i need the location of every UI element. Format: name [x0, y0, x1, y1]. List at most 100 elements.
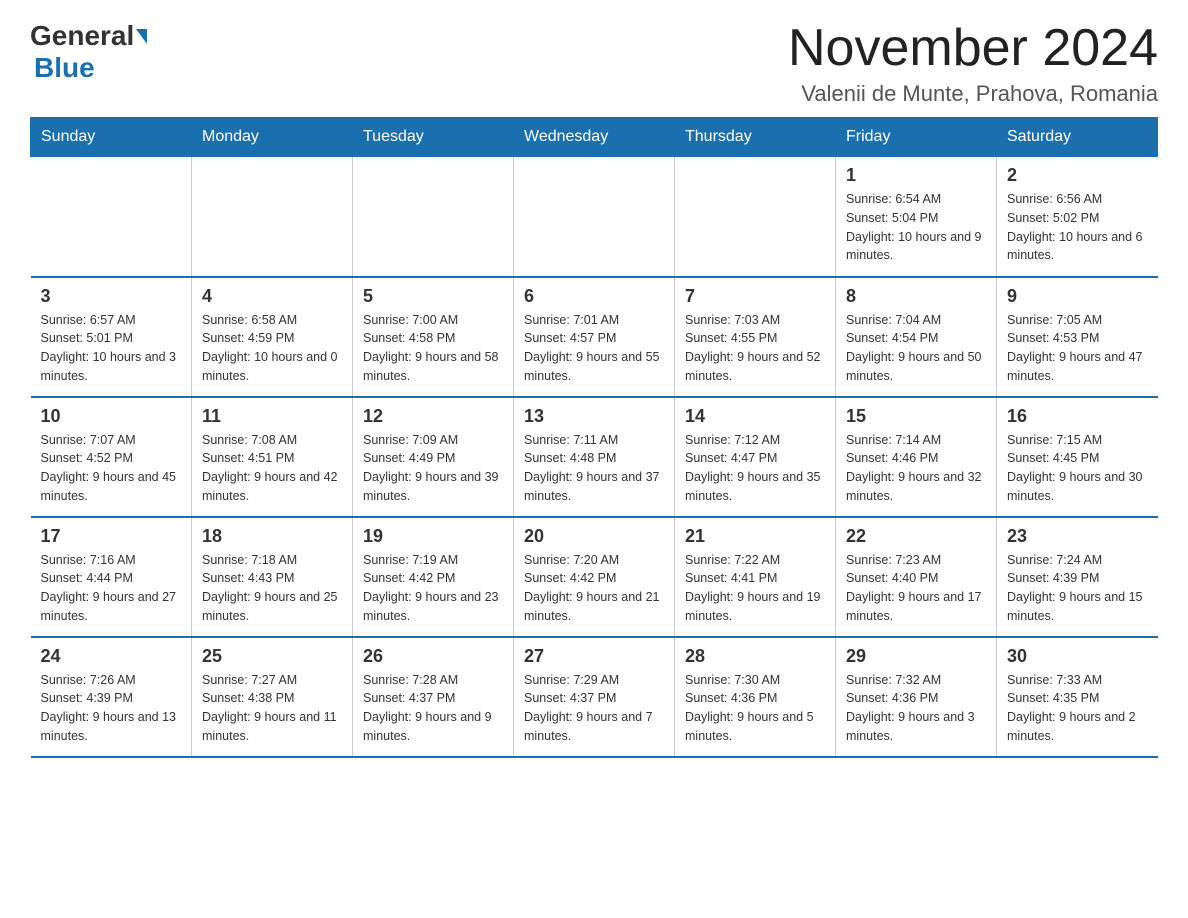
calendar-day-cell: 6Sunrise: 7:01 AMSunset: 4:57 PMDaylight…: [514, 277, 675, 397]
day-number: 16: [1007, 406, 1148, 427]
day-info: Sunrise: 7:09 AMSunset: 4:49 PMDaylight:…: [363, 431, 503, 506]
calendar-day-cell: 12 Sunrise: 7:09 AMSunset: 4:49 PMDayligh…: [353, 397, 514, 517]
calendar-day-cell: 13Sunrise: 7:11 AMSunset: 4:48 PMDayligh…: [514, 397, 675, 517]
calendar-day-cell: 24 Sunrise: 7:26 AMSunset: 4:39 PMDayligh…: [31, 637, 192, 757]
day-number: 20: [524, 526, 664, 547]
calendar-day-cell: [675, 157, 836, 277]
day-number: 10: [41, 406, 182, 427]
day-info: Sunrise: 7:32 AMSunset: 4:36 PMDaylight:…: [846, 671, 986, 746]
day-info: Sunrise: 7:33 AMSunset: 4:35 PMDaylight:…: [1007, 671, 1148, 746]
calendar-header-saturday: Saturday: [997, 118, 1158, 157]
day-number: 5: [363, 286, 503, 307]
calendar-header-wednesday: Wednesday: [514, 118, 675, 157]
day-info: Sunrise: 7:22 AMSunset: 4:41 PMDaylight:…: [685, 551, 825, 626]
day-info: Sunrise: 7:01 AMSunset: 4:57 PMDaylight:…: [524, 311, 664, 386]
day-number: 3: [41, 286, 182, 307]
day-number: 13: [524, 406, 664, 427]
day-info: Sunrise: 7:29 AMSunset: 4:37 PMDaylight:…: [524, 671, 664, 746]
day-info: Sunrise: 7:16 AMSunset: 4:44 PMDaylight:…: [41, 551, 182, 626]
day-info: Sunrise: 7:03 AMSunset: 4:55 PMDaylight:…: [685, 311, 825, 386]
month-title: November 2024: [788, 20, 1158, 77]
calendar-day-cell: 10Sunrise: 7:07 AMSunset: 4:52 PMDayligh…: [31, 397, 192, 517]
calendar-day-cell: 18Sunrise: 7:18 AMSunset: 4:43 PMDayligh…: [192, 517, 353, 637]
calendar-day-cell: 8 Sunrise: 7:04 AMSunset: 4:54 PMDaylight…: [836, 277, 997, 397]
day-number: 2: [1007, 165, 1148, 186]
day-info: Sunrise: 7:08 AMSunset: 4:51 PMDaylight:…: [202, 431, 342, 506]
day-number: 15: [846, 406, 986, 427]
calendar-day-cell: 11 Sunrise: 7:08 AMSunset: 4:51 PMDayligh…: [192, 397, 353, 517]
day-number: 24: [41, 646, 182, 667]
calendar-day-cell: 9 Sunrise: 7:05 AMSunset: 4:53 PMDaylight…: [997, 277, 1158, 397]
day-number: 28: [685, 646, 825, 667]
day-number: 23: [1007, 526, 1148, 547]
calendar-day-cell: 7 Sunrise: 7:03 AMSunset: 4:55 PMDaylight…: [675, 277, 836, 397]
day-number: 21: [685, 526, 825, 547]
calendar-week-row: 1Sunrise: 6:54 AMSunset: 5:04 PMDaylight…: [31, 157, 1158, 277]
calendar-header-tuesday: Tuesday: [353, 118, 514, 157]
logo-triangle-icon: [136, 29, 147, 44]
day-info: Sunrise: 7:20 AMSunset: 4:42 PMDaylight:…: [524, 551, 664, 626]
day-number: 30: [1007, 646, 1148, 667]
day-number: 17: [41, 526, 182, 547]
page-header: General Blue November 2024 Valenii de Mu…: [30, 20, 1158, 107]
calendar-day-cell: 26 Sunrise: 7:28 AMSunset: 4:37 PMDayligh…: [353, 637, 514, 757]
day-info: Sunrise: 7:00 AMSunset: 4:58 PMDaylight:…: [363, 311, 503, 386]
day-info: Sunrise: 7:15 AMSunset: 4:45 PMDaylight:…: [1007, 431, 1148, 506]
day-info: Sunrise: 7:12 AMSunset: 4:47 PMDaylight:…: [685, 431, 825, 506]
calendar-week-row: 24 Sunrise: 7:26 AMSunset: 4:39 PMDayligh…: [31, 637, 1158, 757]
calendar-day-cell: 5 Sunrise: 7:00 AMSunset: 4:58 PMDaylight…: [353, 277, 514, 397]
day-number: 26: [363, 646, 503, 667]
calendar-day-cell: 23Sunrise: 7:24 AMSunset: 4:39 PMDayligh…: [997, 517, 1158, 637]
day-number: 25: [202, 646, 342, 667]
calendar-day-cell: 19 Sunrise: 7:19 AMSunset: 4:42 PMDayligh…: [353, 517, 514, 637]
day-info: Sunrise: 7:04 AMSunset: 4:54 PMDaylight:…: [846, 311, 986, 386]
calendar-day-cell: 17 Sunrise: 7:16 AMSunset: 4:44 PMDayligh…: [31, 517, 192, 637]
day-info: Sunrise: 7:26 AMSunset: 4:39 PMDaylight:…: [41, 671, 182, 746]
calendar-day-cell: 4 Sunrise: 6:58 AMSunset: 4:59 PMDaylight…: [192, 277, 353, 397]
day-number: 27: [524, 646, 664, 667]
calendar-day-cell: 22Sunrise: 7:23 AMSunset: 4:40 PMDayligh…: [836, 517, 997, 637]
day-number: 19: [363, 526, 503, 547]
logo-general-text: General: [30, 20, 134, 52]
day-number: 1: [846, 165, 986, 186]
calendar-day-cell: [514, 157, 675, 277]
calendar-table: SundayMondayTuesdayWednesdayThursdayFrid…: [30, 117, 1158, 758]
day-number: 12: [363, 406, 503, 427]
title-block: November 2024 Valenii de Munte, Prahova,…: [788, 20, 1158, 107]
day-info: Sunrise: 7:23 AMSunset: 4:40 PMDaylight:…: [846, 551, 986, 626]
location-subtitle: Valenii de Munte, Prahova, Romania: [788, 81, 1158, 107]
day-info: Sunrise: 7:19 AMSunset: 4:42 PMDaylight:…: [363, 551, 503, 626]
calendar-week-row: 17 Sunrise: 7:16 AMSunset: 4:44 PMDayligh…: [31, 517, 1158, 637]
day-number: 7: [685, 286, 825, 307]
calendar-day-cell: [353, 157, 514, 277]
calendar-day-cell: 14 Sunrise: 7:12 AMSunset: 4:47 PMDayligh…: [675, 397, 836, 517]
calendar-header-thursday: Thursday: [675, 118, 836, 157]
day-number: 9: [1007, 286, 1148, 307]
calendar-day-cell: 30 Sunrise: 7:33 AMSunset: 4:35 PMDayligh…: [997, 637, 1158, 757]
day-info: Sunrise: 7:05 AMSunset: 4:53 PMDaylight:…: [1007, 311, 1148, 386]
calendar-day-cell: 28 Sunrise: 7:30 AMSunset: 4:36 PMDayligh…: [675, 637, 836, 757]
calendar-week-row: 3 Sunrise: 6:57 AMSunset: 5:01 PMDaylight…: [31, 277, 1158, 397]
calendar-day-cell: 27 Sunrise: 7:29 AMSunset: 4:37 PMDayligh…: [514, 637, 675, 757]
day-info: Sunrise: 6:57 AMSunset: 5:01 PMDaylight:…: [41, 311, 182, 386]
calendar-day-cell: 1Sunrise: 6:54 AMSunset: 5:04 PMDaylight…: [836, 157, 997, 277]
calendar-header-row: SundayMondayTuesdayWednesdayThursdayFrid…: [31, 118, 1158, 157]
calendar-day-cell: 21 Sunrise: 7:22 AMSunset: 4:41 PMDayligh…: [675, 517, 836, 637]
day-number: 14: [685, 406, 825, 427]
calendar-day-cell: 29Sunrise: 7:32 AMSunset: 4:36 PMDayligh…: [836, 637, 997, 757]
calendar-week-row: 10Sunrise: 7:07 AMSunset: 4:52 PMDayligh…: [31, 397, 1158, 517]
calendar-day-cell: 20 Sunrise: 7:20 AMSunset: 4:42 PMDayligh…: [514, 517, 675, 637]
day-number: 4: [202, 286, 342, 307]
calendar-day-cell: 2 Sunrise: 6:56 AMSunset: 5:02 PMDaylight…: [997, 157, 1158, 277]
calendar-day-cell: 25Sunrise: 7:27 AMSunset: 4:38 PMDayligh…: [192, 637, 353, 757]
day-info: Sunrise: 6:56 AMSunset: 5:02 PMDaylight:…: [1007, 190, 1148, 265]
calendar-header-sunday: Sunday: [31, 118, 192, 157]
calendar-day-cell: 15Sunrise: 7:14 AMSunset: 4:46 PMDayligh…: [836, 397, 997, 517]
day-number: 11: [202, 406, 342, 427]
day-info: Sunrise: 6:58 AMSunset: 4:59 PMDaylight:…: [202, 311, 342, 386]
day-info: Sunrise: 7:30 AMSunset: 4:36 PMDaylight:…: [685, 671, 825, 746]
day-number: 8: [846, 286, 986, 307]
calendar-day-cell: [192, 157, 353, 277]
day-info: Sunrise: 7:28 AMSunset: 4:37 PMDaylight:…: [363, 671, 503, 746]
calendar-header-friday: Friday: [836, 118, 997, 157]
